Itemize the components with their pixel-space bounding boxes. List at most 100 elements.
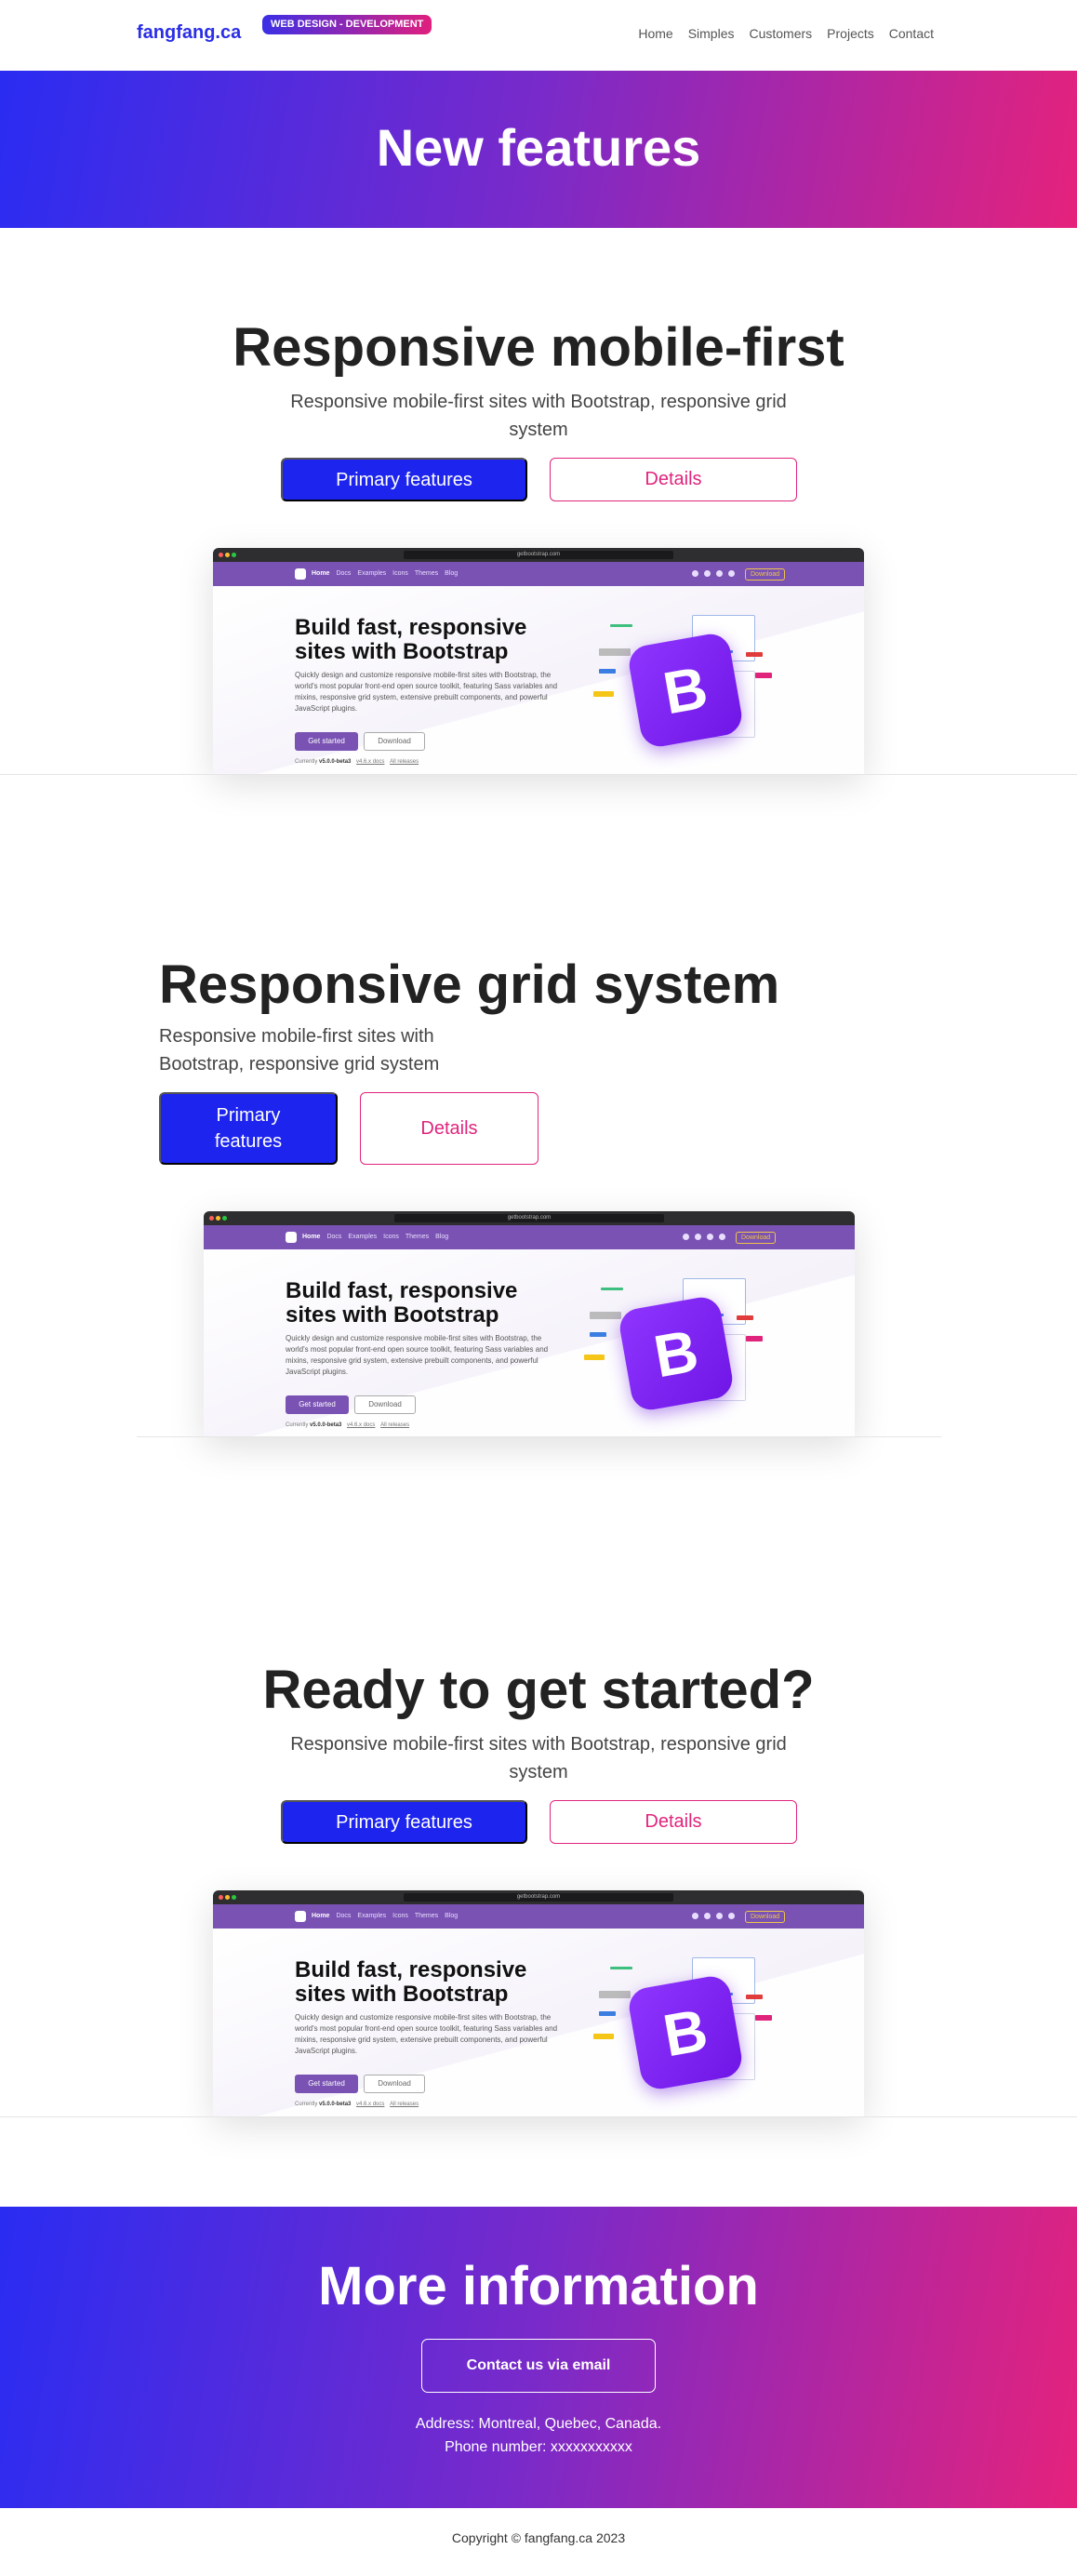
mock-currently-label: Currently — [295, 2102, 318, 2107]
mock-nav-links: Home Docs Examples Icons Themes Blog — [312, 570, 458, 577]
opencollective-icon — [707, 1234, 713, 1240]
bootstrap-screenshot: getbootstrap.com Home Docs Examples Icon… — [213, 548, 864, 774]
illustration-bar — [601, 1288, 623, 1290]
mock-nav-link: Icons — [392, 1913, 408, 1919]
minimize-dot-icon — [216, 1216, 220, 1221]
mock-nav-link: Examples — [357, 1913, 387, 1919]
copyright-text: Copyright © fangfang.ca 2023 — [451, 2530, 626, 2545]
illustration-bar — [599, 2011, 616, 2016]
section-divider — [0, 2116, 1077, 2117]
illustration-bar — [610, 624, 632, 627]
github-icon — [683, 1234, 689, 1240]
nav-link-home[interactable]: Home — [638, 26, 672, 41]
details-button[interactable]: Details — [360, 1092, 538, 1165]
section-subtitle: Responsive mobile-first sites with Boots… — [290, 1734, 787, 1782]
mock-docs-link: v4.6.x docs — [356, 759, 385, 765]
close-dot-icon — [219, 1895, 223, 1900]
illustration-bar — [599, 1991, 631, 1998]
mock-nav-links: Home Docs Examples Icons Themes Blog — [302, 1234, 448, 1240]
mock-version: v5.0.0-beta3 — [319, 2102, 352, 2107]
minimize-dot-icon — [225, 553, 230, 557]
mock-nav-links: Home Docs Examples Icons Themes Blog — [312, 1913, 458, 1919]
browser-url: getbootstrap.com — [394, 1214, 664, 1222]
nav-link-contact[interactable]: Contact — [889, 26, 934, 41]
illustration-bar — [593, 2034, 614, 2039]
info-title: More information — [318, 2256, 759, 2316]
illustration-bar — [599, 648, 631, 656]
illustration-bar — [590, 1332, 606, 1337]
mock-illustration: B — [590, 1957, 776, 2097]
brand-badge: WEB DESIGN - DEVELOPMENT — [262, 15, 432, 34]
mock-illustration: B — [580, 1278, 766, 1418]
mock-nav-link: Home — [312, 1913, 330, 1919]
mock-version: v5.0.0-beta3 — [319, 759, 352, 765]
close-dot-icon — [219, 553, 223, 557]
mock-heading: Build fast, responsive sites with Bootst… — [286, 1278, 518, 1328]
section-subtitle: Responsive mobile-first sites with Boots… — [290, 392, 787, 440]
illustration-bar — [610, 1967, 632, 1969]
opencollective-icon — [716, 570, 723, 577]
hero-title: New features — [376, 118, 701, 177]
theme-icon — [719, 1234, 725, 1240]
mock-nav-link: Blog — [435, 1234, 449, 1240]
primary-features-button[interactable]: Primary features — [281, 458, 527, 501]
illustration-bar — [755, 2015, 772, 2021]
mock-nav-link: Home — [302, 1234, 321, 1240]
bootstrap-screenshot: getbootstrap.com Home Docs Examples Icon… — [213, 1890, 864, 2116]
nav-link-customers[interactable]: Customers — [749, 26, 812, 41]
details-button[interactable]: Details — [550, 1800, 797, 1844]
illustration-bar — [737, 1315, 753, 1320]
contact-email-button[interactable]: Contact us via email — [421, 2339, 656, 2393]
mock-nav-link: Themes — [414, 570, 439, 577]
nav-link-simples[interactable]: Simples — [688, 26, 735, 41]
address-text: Address: Montreal, Quebec, Canada. — [415, 2416, 662, 2432]
nav-link-projects[interactable]: Projects — [827, 26, 874, 41]
bootstrap-logo-icon — [295, 1911, 306, 1922]
mock-navbar: Home Docs Examples Icons Themes Blog Dow… — [204, 1225, 855, 1249]
illustration-bar — [593, 691, 614, 697]
browser-chrome: getbootstrap.com — [204, 1211, 855, 1225]
nav-links: Home Simples Customers Projects Contact — [638, 26, 934, 41]
mock-nav-link: Examples — [357, 570, 387, 577]
mock-download-outline-button: Download — [364, 732, 425, 751]
primary-features-button[interactable]: Primary features — [159, 1092, 338, 1165]
bootstrap-b-logo-icon: B — [626, 631, 745, 750]
mock-get-started-button: Get started — [295, 732, 358, 751]
mock-nav-link: Icons — [383, 1234, 399, 1240]
bootstrap-b-logo-icon: B — [617, 1294, 736, 1413]
mock-navbar: Home Docs Examples Icons Themes Blog Dow… — [213, 562, 864, 586]
maximize-dot-icon — [232, 1895, 236, 1900]
section-title: Responsive grid system — [159, 954, 780, 1015]
illustration-bar — [590, 1312, 621, 1319]
bootstrap-logo-icon — [295, 568, 306, 580]
twitter-icon — [704, 570, 711, 577]
mock-paragraph: Quickly design and customize responsive … — [286, 1334, 549, 1376]
hero-banner: New features — [0, 71, 1077, 228]
mock-get-started-button: Get started — [295, 2075, 358, 2093]
github-icon — [692, 570, 698, 577]
section-title: Ready to get started? — [262, 1660, 815, 1720]
illustration-bar — [746, 652, 763, 657]
section-divider — [137, 1436, 941, 1437]
mock-download-button: Download — [745, 568, 786, 581]
primary-features-button[interactable]: Primary features — [281, 1800, 527, 1844]
mock-nav-link: Blog — [445, 1913, 459, 1919]
mock-nav-link: Docs — [336, 1913, 352, 1919]
phone-text: Phone number: xxxxxxxxxxx — [445, 2439, 632, 2455]
maximize-dot-icon — [232, 553, 236, 557]
illustration-bar — [746, 1336, 763, 1341]
brand-logo[interactable]: fangfang.ca — [137, 22, 241, 44]
mock-docs-link: v4.6.x docs — [356, 2102, 385, 2107]
maximize-dot-icon — [222, 1216, 227, 1221]
bootstrap-b-logo-icon: B — [626, 1973, 745, 2092]
mock-illustration: B — [590, 615, 776, 754]
mock-docs-link: v4.6.x docs — [347, 1422, 376, 1428]
mock-version: v5.0.0-beta3 — [310, 1422, 342, 1428]
illustration-bar — [599, 669, 616, 674]
close-dot-icon — [209, 1216, 214, 1221]
mock-releases-link: All releases — [390, 2102, 419, 2107]
twitter-icon — [704, 1913, 711, 1919]
details-button[interactable]: Details — [550, 458, 797, 501]
mock-currently-label: Currently — [295, 759, 318, 765]
theme-icon — [728, 1913, 735, 1919]
